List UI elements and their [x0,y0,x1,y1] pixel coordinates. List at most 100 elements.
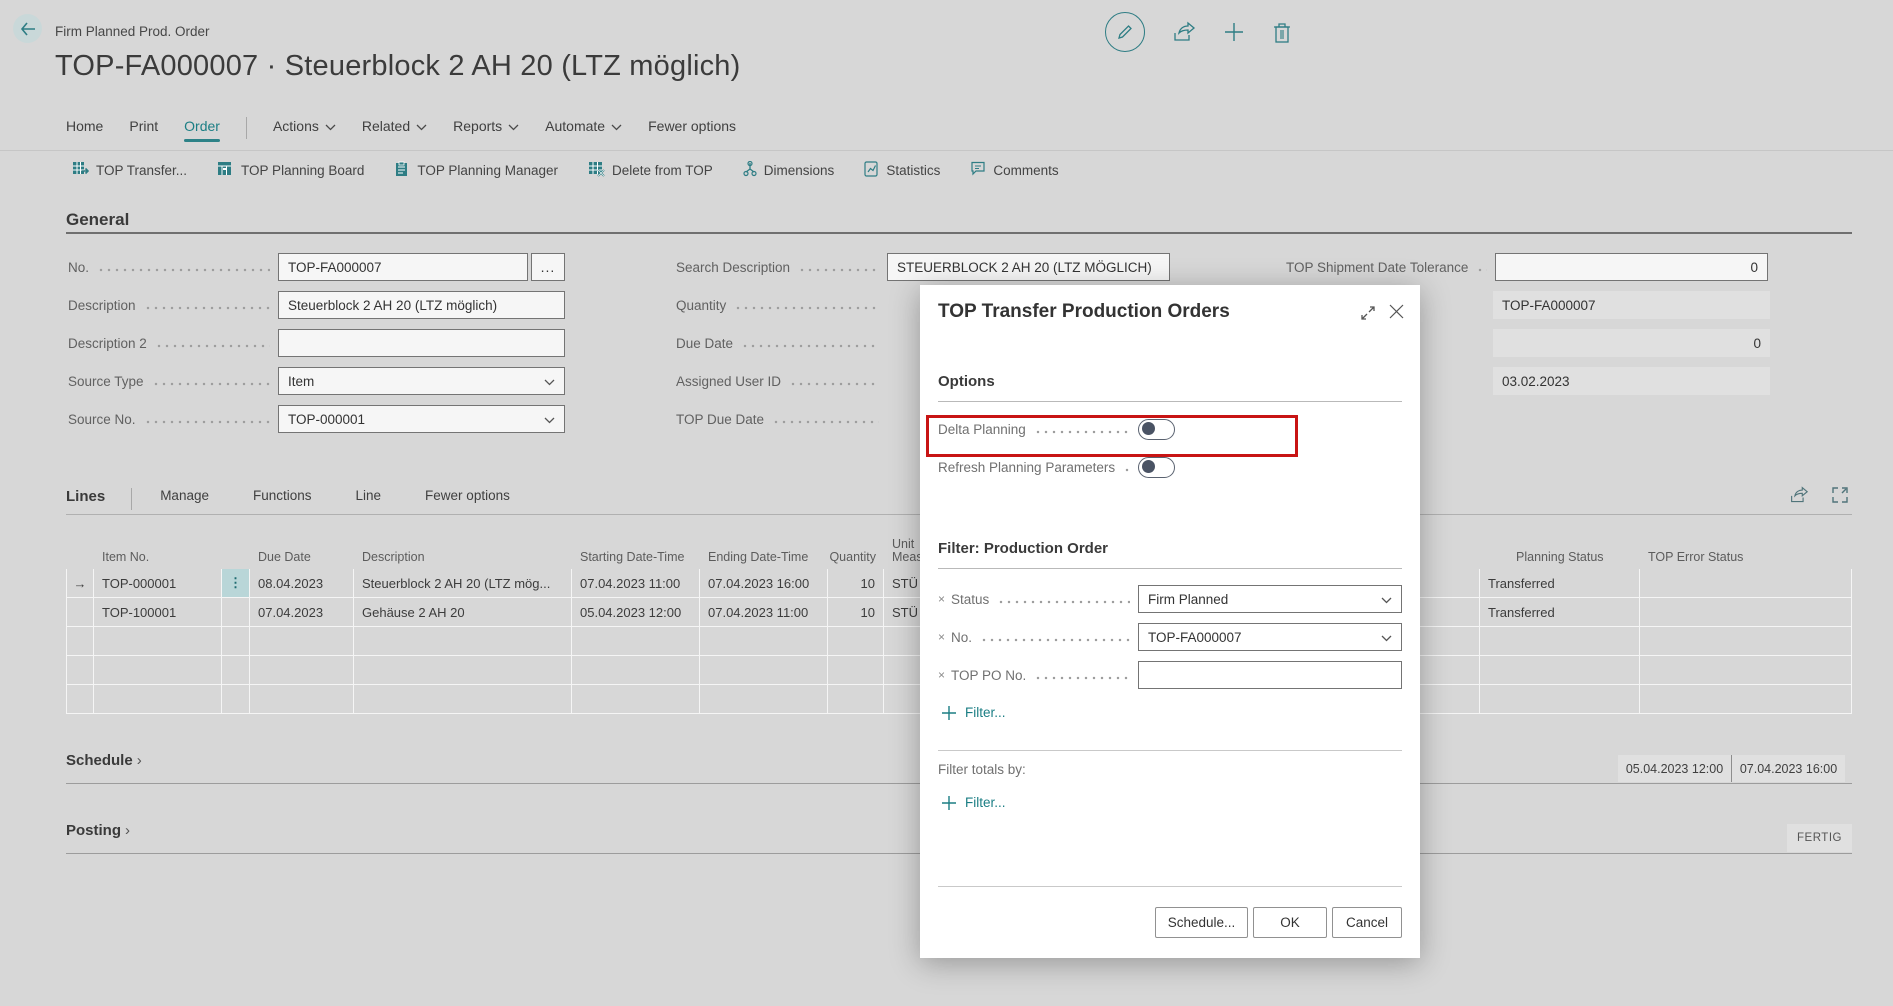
dialog-expand-button[interactable] [1360,305,1376,321]
lines-share-button[interactable] [1789,486,1809,504]
cell-starting-date-time[interactable]: 05.04.2023 12:00 [572,598,700,627]
remove-filter-icon[interactable]: × [938,668,945,682]
menu-tab-print[interactable]: Print [129,118,158,138]
menu-tab-fewer-options[interactable]: Fewer options [648,118,736,138]
cell-starting-date-time[interactable]: 07.04.2023 11:00 [572,569,700,598]
cell-item-no[interactable] [94,627,222,656]
toolbar-item-comments[interactable]: Comments [970,161,1058,179]
field-source-type[interactable]: Item [278,367,565,395]
cell-top-error-status[interactable] [1640,656,1852,685]
cell-starting-date-time[interactable] [572,627,700,656]
cell-description[interactable] [354,656,572,685]
cell-top-error-status[interactable] [1640,627,1852,656]
field-top-shipment-date-tolerance[interactable]: 0 [1495,253,1768,281]
lines-heading[interactable]: Lines [66,488,105,505]
lines-tab-line[interactable]: Line [356,488,382,503]
toggle-delta-planning[interactable] [1138,419,1175,440]
cell-planning-status[interactable] [1480,656,1640,685]
cell-due-date[interactable]: 08.04.2023 [250,569,354,598]
toolbar-item-top-planning-manager[interactable]: TOP Planning Manager [394,161,558,180]
menu-tab-home[interactable]: Home [66,118,103,138]
column-header-planning-status[interactable]: Planning Status [1480,533,1640,569]
field-description[interactable]: Steuerblock 2 AH 20 (LTZ möglich) [278,291,565,319]
schedule-heading[interactable]: Schedule› [66,752,142,769]
lines-tab-fewer-options[interactable]: Fewer options [425,488,510,503]
row-menu[interactable] [222,598,250,627]
cell-description[interactable] [354,627,572,656]
field-description-2[interactable] [278,329,565,357]
lookup-button[interactable]: ... [531,253,565,281]
remove-filter-icon[interactable]: × [938,630,945,644]
cell-due-date[interactable] [250,627,354,656]
lines-tab-functions[interactable]: Functions [253,488,312,503]
toolbar-item-statistics[interactable]: Statistics [864,161,940,180]
cell-starting-date-time[interactable] [572,685,700,714]
cell-description[interactable]: Steuerblock 2 AH 20 (LTZ mög... [354,569,572,598]
menu-tab-reports[interactable]: Reports [453,118,519,138]
share-button[interactable] [1172,21,1196,43]
lines-expand-button[interactable] [1831,486,1849,504]
add-button[interactable] [1223,21,1245,43]
column-header-quantity[interactable]: Quantity [828,533,884,569]
field-no[interactable]: TOP-FA000007 [1138,623,1402,651]
cell-due-date[interactable] [250,685,354,714]
cell-quantity[interactable]: 10 [828,569,884,598]
add-filter-link[interactable]: Filter... [942,705,1006,720]
cell-top-error-status[interactable] [1640,598,1852,627]
cell-starting-date-time[interactable] [572,656,700,685]
column-header-item-no[interactable]: Item No. [94,533,222,569]
lines-tab-manage[interactable]: Manage [160,488,209,503]
field-top-po-no[interactable] [1138,661,1402,689]
cell-top-error-status[interactable] [1640,569,1852,598]
remove-filter-icon[interactable]: × [938,592,945,606]
column-header-top-error-status[interactable]: TOP Error Status [1640,533,1852,569]
back-button[interactable] [13,14,42,43]
delete-button[interactable] [1272,21,1292,44]
cell-ending-date-time[interactable]: 07.04.2023 16:00 [700,569,828,598]
menu-tab-actions[interactable]: Actions [273,118,336,138]
general-heading[interactable]: General [66,210,129,230]
dialog-close-button[interactable] [1388,303,1405,320]
menu-tab-automate[interactable]: Automate [545,118,622,138]
cell-planning-status[interactable] [1480,685,1640,714]
schedule-dialog-button[interactable]: Schedule... [1155,907,1248,938]
cell-description[interactable]: Gehäuse 2 AH 20 [354,598,572,627]
cell-planning-status[interactable]: Transferred [1480,569,1640,598]
cell-item-no[interactable]: TOP-100001 [94,598,222,627]
cell-due-date[interactable]: 07.04.2023 [250,598,354,627]
cancel-button[interactable]: Cancel [1332,907,1402,938]
cell-ending-date-time[interactable] [700,627,828,656]
posting-heading[interactable]: Posting› [66,822,130,839]
cell-planning-status[interactable] [1480,627,1640,656]
row-menu[interactable] [222,685,250,714]
menu-tab-related[interactable]: Related [362,118,427,138]
cell-ending-date-time[interactable] [700,656,828,685]
toolbar-item-delete-from-top[interactable]: Delete from TOP [588,161,713,180]
cell-quantity[interactable] [828,656,884,685]
cell-due-date[interactable] [250,656,354,685]
field-no[interactable]: TOP-FA000007 [278,253,528,281]
edit-button[interactable] [1105,12,1145,52]
ellipsis-vertical-icon[interactable]: ⋮ [222,569,250,598]
cell-quantity[interactable] [828,685,884,714]
cell-ending-date-time[interactable]: 07.04.2023 11:00 [700,598,828,627]
cell-planning-status[interactable]: Transferred [1480,598,1640,627]
toolbar-item-top-transfer[interactable]: TOP Transfer... [72,161,187,180]
field-status[interactable]: Firm Planned [1138,585,1402,613]
cell-ending-date-time[interactable] [700,685,828,714]
column-header-starting-date-time[interactable]: Starting Date-Time [572,533,700,569]
cell-item-no[interactable] [94,656,222,685]
cell-item-no[interactable]: TOP-000001 [94,569,222,598]
column-header-description[interactable]: Description [354,533,572,569]
row-menu[interactable] [222,656,250,685]
cell-quantity[interactable]: 10 [828,598,884,627]
menu-tab-order[interactable]: Order [184,118,220,138]
totals-add-filter-link[interactable]: Filter... [942,795,1006,810]
cell-top-error-status[interactable] [1640,685,1852,714]
column-header-ending-date-time[interactable]: Ending Date-Time [700,533,828,569]
cell-item-no[interactable] [94,685,222,714]
cell-description[interactable] [354,685,572,714]
toggle-refresh-planning-parameters[interactable] [1138,457,1175,478]
field-search-description[interactable]: STEUERBLOCK 2 AH 20 (LTZ MÖGLICH) [887,253,1170,281]
cell-quantity[interactable] [828,627,884,656]
